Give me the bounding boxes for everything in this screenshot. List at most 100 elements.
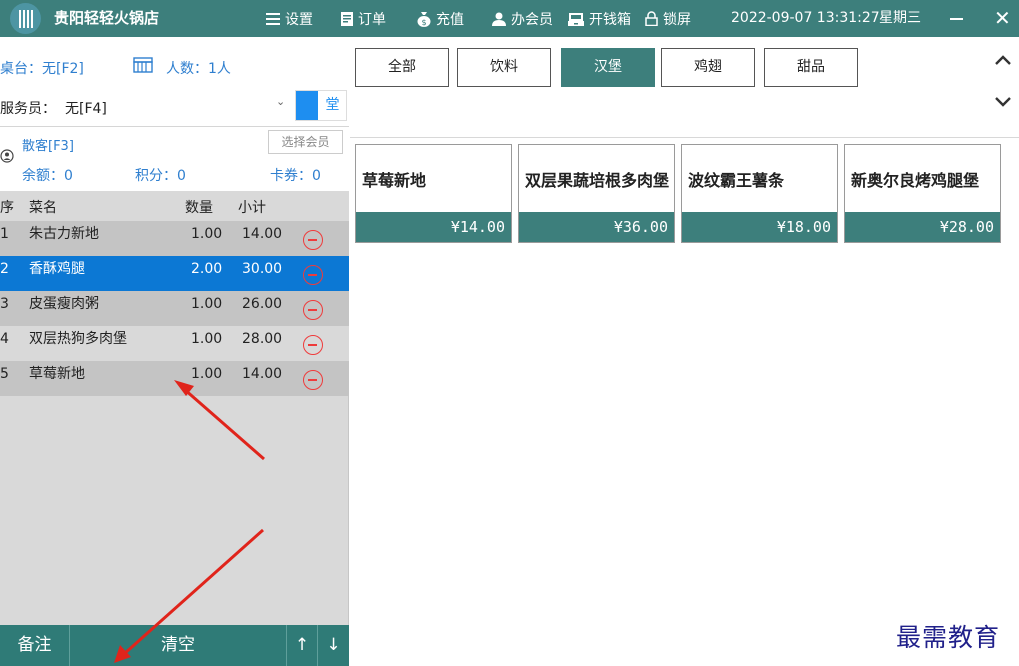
category-desserts[interactable]: 甜品 <box>764 48 858 87</box>
coupons-value: 卡券：0 <box>270 168 321 184</box>
category-burgers[interactable]: 汉堡 <box>561 48 655 87</box>
watermark: 最需教育 <box>896 623 1001 652</box>
table-row[interactable]: 3 皮蛋瘦肉粥 1.00 26.00 <box>0 291 349 326</box>
row-subtotal: 26.00 <box>242 296 283 312</box>
row-no: 3 <box>0 296 9 312</box>
people-icon <box>133 57 153 73</box>
product-name: 新奥尔良烤鸡腿堡 <box>851 171 980 190</box>
orders-label: 订单 <box>358 11 386 28</box>
recharge-button[interactable]: $ 充值 <box>417 0 464 37</box>
weekday-display: 星期三 <box>879 10 921 26</box>
recharge-label: 充值 <box>436 11 464 28</box>
product-name: 双层果蔬培根多肉堡 <box>525 171 670 190</box>
dine-mode-toggle[interactable]: 堂 <box>295 90 347 121</box>
row-qty: 1.00 <box>191 366 223 382</box>
user-circle-icon <box>0 149 14 163</box>
row-subtotal: 28.00 <box>242 331 283 347</box>
order-panel: 桌台：无[F2] 人数：1人 服务员： 无[F4] ⌄ 堂 散客[F3] 选择会… <box>0 37 349 666</box>
row-name: 草莓新地 <box>29 366 85 382</box>
lock-icon <box>645 11 658 26</box>
product-price: ¥36.00 <box>519 212 674 242</box>
cash-drawer-button[interactable]: 开钱箱 <box>568 0 631 37</box>
clear-button[interactable]: 清空 <box>70 625 286 666</box>
row-name: 双层热狗多肉堡 <box>29 331 127 347</box>
product-card[interactable]: 草莓新地 ¥14.00 <box>355 144 512 243</box>
product-card[interactable]: 波纹霸王薯条 ¥18.00 <box>681 144 838 243</box>
balance-value: 余额：0 <box>22 168 73 184</box>
close-button[interactable]: ✕ <box>994 0 1011 37</box>
scroll-down-button[interactable] <box>987 83 1019 120</box>
row-qty: 2.00 <box>191 261 223 277</box>
lock-screen-button[interactable]: 锁屏 <box>645 0 691 37</box>
select-member-button[interactable]: 选择会员 <box>268 130 343 154</box>
order-table-header: 序 菜名 数量 小计 <box>0 191 349 221</box>
remove-item-icon[interactable] <box>303 370 323 390</box>
customer-label[interactable]: 散客[F3] <box>22 135 74 154</box>
category-bar: 全部 饮料 汉堡 鸡翅 甜品 <box>350 37 1019 138</box>
waiter-label: 服务员： <box>0 101 56 117</box>
points-value: 积分：0 <box>135 168 186 184</box>
toggle-knob <box>296 91 318 120</box>
money-bag-icon: $ <box>417 11 431 27</box>
settings-button[interactable]: 设置 <box>266 0 313 37</box>
row-subtotal: 30.00 <box>242 261 283 277</box>
column-header-name: 菜名 <box>29 200 57 216</box>
order-info: 桌台：无[F2] 人数：1人 服务员： 无[F4] ⌄ 堂 散客[F3] 选择会… <box>0 37 349 191</box>
product-card[interactable]: 双层果蔬培根多肉堡 ¥36.00 <box>518 144 675 243</box>
datetime-display: 2022-09-07 13:31:27 <box>731 10 880 26</box>
app-title: 贵阳轻轻火锅店 <box>54 9 160 27</box>
chevron-down-icon[interactable]: ⌄ <box>276 95 285 108</box>
row-name: 香酥鸡腿 <box>29 261 85 277</box>
table-selector[interactable]: 桌台：无[F2] <box>0 58 84 78</box>
column-header-no: 序 <box>0 200 14 216</box>
order-table-body: 1 朱古力新地 1.00 14.00 2 香酥鸡腿 2.00 30.00 3 皮… <box>0 221 349 396</box>
row-qty: 1.00 <box>191 296 223 312</box>
row-no: 5 <box>0 366 9 382</box>
scroll-up-button[interactable] <box>987 41 1019 78</box>
cash-drawer-icon <box>568 12 584 26</box>
title-bar: 贵阳轻轻火锅店 设置 订单 $ 充值 办会员 开钱箱 锁屏 2022-09-07… <box>0 0 1019 37</box>
svg-text:$: $ <box>421 18 426 27</box>
row-qty: 1.00 <box>191 226 223 242</box>
membership-button[interactable]: 办会员 <box>492 0 553 37</box>
remove-item-icon[interactable] <box>303 300 323 320</box>
chevron-up-icon <box>995 54 1011 65</box>
row-name: 皮蛋瘦肉粥 <box>29 296 99 312</box>
column-header-qty: 数量 <box>185 200 213 216</box>
move-down-button[interactable]: ↓ <box>318 625 349 666</box>
remark-button[interactable]: 备注 <box>0 625 69 666</box>
orders-button[interactable]: 订单 <box>341 0 386 37</box>
membership-label: 办会员 <box>511 11 553 28</box>
row-no: 2 <box>0 261 9 277</box>
row-subtotal: 14.00 <box>242 226 283 242</box>
category-wings[interactable]: 鸡翅 <box>661 48 755 87</box>
bottom-action-bar: 备注 清空 ↑ ↓ <box>0 625 349 666</box>
settings-label: 设置 <box>285 11 313 28</box>
lock-screen-label: 锁屏 <box>663 11 691 28</box>
chevron-down-icon <box>995 96 1011 107</box>
person-icon <box>492 12 506 26</box>
category-drinks[interactable]: 饮料 <box>457 48 551 87</box>
fork-knife-icon <box>10 3 41 34</box>
remove-item-icon[interactable] <box>303 230 323 250</box>
move-up-button[interactable]: ↑ <box>287 625 317 666</box>
people-count[interactable]: 人数：1人 <box>166 58 231 78</box>
table-row[interactable]: 5 草莓新地 1.00 14.00 <box>0 361 349 396</box>
table-row[interactable]: 2 香酥鸡腿 2.00 30.00 <box>0 256 349 291</box>
row-subtotal: 14.00 <box>242 366 283 382</box>
remove-item-icon[interactable] <box>303 265 323 285</box>
product-price: ¥18.00 <box>682 212 837 242</box>
row-qty: 1.00 <box>191 331 223 347</box>
product-card[interactable]: 新奥尔良烤鸡腿堡 ¥28.00 <box>844 144 1001 243</box>
remove-item-icon[interactable] <box>303 335 323 355</box>
table-row[interactable]: 1 朱古力新地 1.00 14.00 <box>0 221 349 256</box>
table-row[interactable]: 4 双层热狗多肉堡 1.00 28.00 <box>0 326 349 361</box>
product-price: ¥28.00 <box>845 212 1000 242</box>
product-name: 波纹霸王薯条 <box>688 171 785 190</box>
product-price: ¥14.00 <box>356 212 511 242</box>
document-icon <box>341 11 353 26</box>
dine-mode-label: 堂 <box>325 97 340 113</box>
waiter-select[interactable]: 无[F4] <box>65 98 107 118</box>
minimize-button[interactable] <box>950 18 963 20</box>
category-all[interactable]: 全部 <box>355 48 449 87</box>
